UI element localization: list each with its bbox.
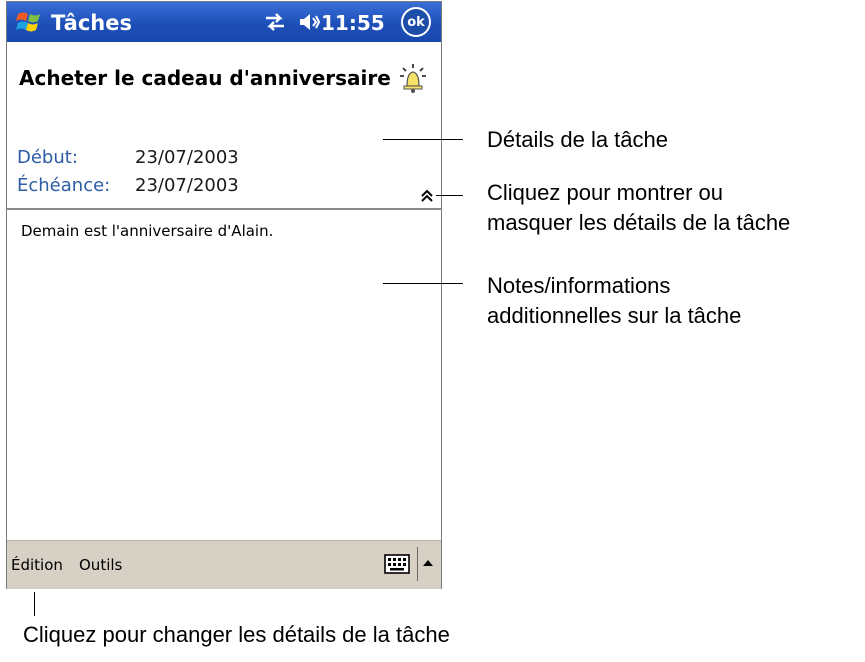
callout-notes-line1: Notes/informations — [487, 273, 671, 298]
windows-flag-icon — [16, 12, 40, 32]
leader-line-menu — [34, 592, 35, 616]
menu-edit[interactable]: Édition — [11, 556, 63, 574]
menu-tools[interactable]: Outils — [79, 556, 122, 574]
app-title: Tâches — [51, 11, 132, 35]
keyboard-icon[interactable] — [384, 554, 410, 574]
menu-bar: Édition Outils — [7, 540, 441, 589]
clock[interactable]: 11:55 — [321, 11, 385, 35]
callout-toggle: Cliquez pour montrer ou masquer les déta… — [487, 178, 790, 238]
task-subject[interactable]: Acheter le cadeau d'anniversaire — [19, 66, 391, 90]
due-date-label: Échéance: — [17, 175, 111, 196]
connection-arrows-icon[interactable] — [263, 11, 287, 33]
callout-notes: Notes/informations additionnelles sur la… — [487, 271, 741, 331]
pocketpc-screen: Tâches 11:55 ok Acheter le cadeau d'anni… — [6, 1, 442, 589]
ok-button-label: ok — [403, 9, 429, 35]
sip-separator — [417, 547, 418, 581]
callout-details: Détails de la tâche — [487, 125, 668, 155]
toggle-details-button[interactable] — [419, 188, 435, 204]
triangle-up-icon[interactable] — [422, 556, 434, 568]
callout-menu-text: Cliquez pour changer les détails de la t… — [23, 622, 450, 647]
alarm-bell-icon — [399, 62, 427, 94]
leader-line-details — [383, 139, 463, 140]
task-notes[interactable]: Demain est l'anniversaire d'Alain. — [21, 222, 273, 240]
callout-notes-line2: additionnelles sur la tâche — [487, 303, 742, 328]
double-chevron-up-icon — [421, 189, 433, 202]
due-date-value: 23/07/2003 — [135, 175, 239, 196]
start-button[interactable] — [15, 8, 43, 36]
title-bar: Tâches 11:55 ok — [7, 2, 441, 42]
start-date-value: 23/07/2003 — [135, 147, 239, 168]
callout-toggle-line1: Cliquez pour montrer ou — [487, 180, 724, 205]
callout-menu: Cliquez pour changer les détails de la t… — [23, 620, 450, 650]
ok-button[interactable]: ok — [401, 7, 431, 37]
callout-details-text: Détails de la tâche — [487, 127, 668, 152]
leader-line-toggle — [436, 195, 463, 196]
callout-toggle-line2: masquer les détails de la tâche — [487, 210, 791, 235]
details-divider — [7, 208, 441, 210]
start-date-label: Début: — [17, 147, 78, 168]
speaker-icon[interactable] — [298, 11, 321, 33]
leader-line-notes — [383, 283, 463, 284]
